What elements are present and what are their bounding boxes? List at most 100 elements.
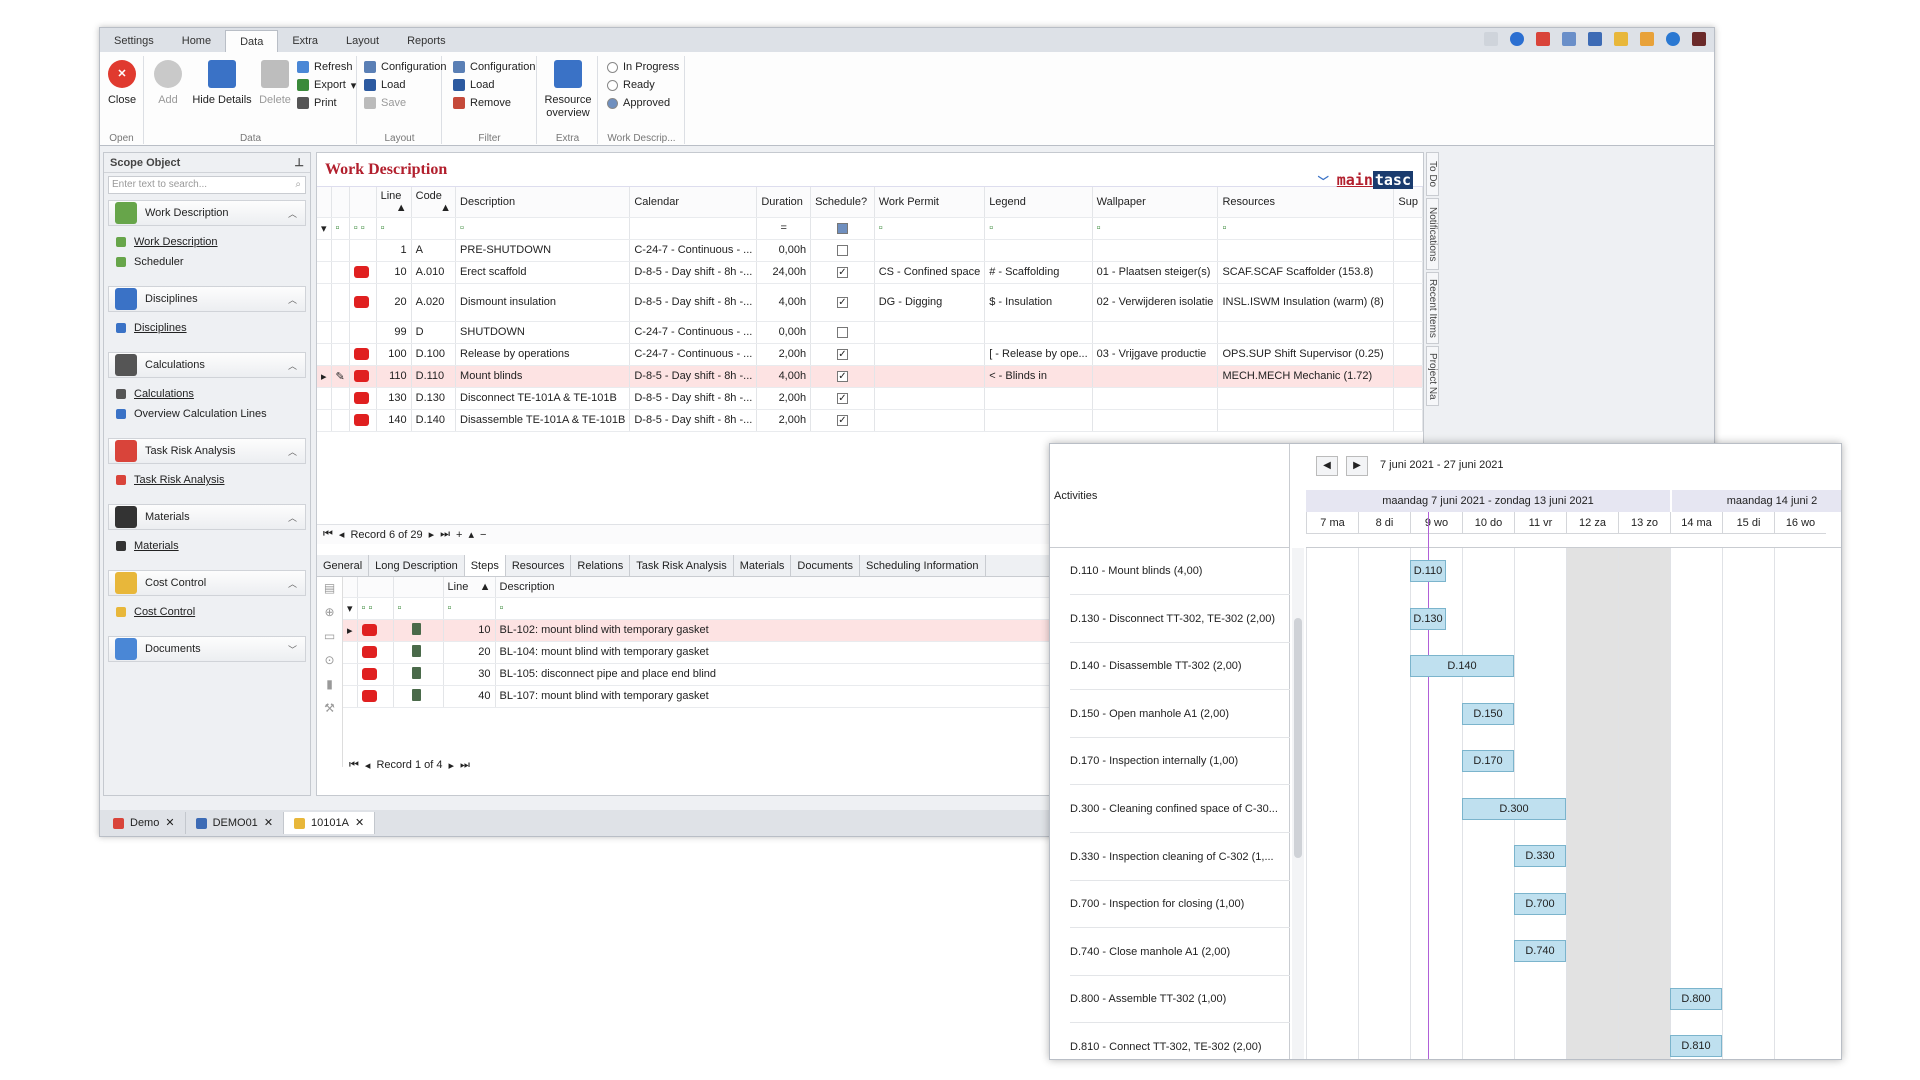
cell-line[interactable]: 110 [376,365,412,388]
trash-icon[interactable]: ▮ [326,677,333,691]
nav-materials[interactable]: Materials [104,536,310,556]
cell-duration[interactable]: 4,00h [756,365,812,388]
row-indicator[interactable] [317,409,332,432]
badge-cell[interactable] [349,321,377,344]
table-row[interactable]: 99 D SHUTDOWN C-24-7 - Continuous - ... 0,00… [317,321,1423,344]
cell-legend[interactable]: $ - Insulation [984,283,1093,322]
scope-search-input[interactable]: Enter text to search... ⌕ [108,176,306,194]
row-indicator[interactable] [343,663,358,686]
prev-record-icon[interactable]: ◂ [339,528,345,541]
cell-schedule[interactable] [810,321,875,344]
gantt-bar[interactable]: D.800 [1670,987,1722,1010]
filter-cell[interactable]: ▫ [984,217,1093,240]
activity-item[interactable]: D.130 - Disconnect TT-302, TE-302 (2,00) [1070,596,1290,643]
cell-line[interactable]: 20 [376,283,412,322]
cell-calendar[interactable]: D-8-5 - Day shift - 8h -... [629,387,758,410]
book-icon[interactable] [1588,32,1602,46]
side-tab-notifications[interactable]: Notifications [1426,198,1439,270]
print-button[interactable]: Print [297,94,337,112]
tab-scheduling-information[interactable]: Scheduling Information [860,555,986,576]
cell-line[interactable]: 100 [376,343,412,366]
section-documents[interactable]: Documents ﹀ [108,636,306,662]
cell-resources[interactable]: INSL.ISWM Insulation (warm) (8) [1217,283,1395,322]
activity-item[interactable]: D.150 - Open manhole A1 (2,00) [1070,691,1290,738]
cell-work-permit[interactable]: DG - Digging [874,283,986,322]
gantt-bar[interactable]: D.300 [1462,797,1566,820]
section-work-description[interactable]: Work Description ︿ [108,200,306,226]
step-line[interactable]: 10 [443,619,496,642]
section-cost-control[interactable]: Cost Control ︿ [108,570,306,596]
cell-description[interactable]: Mount blinds [455,365,631,388]
icon-cell[interactable] [393,685,444,708]
cell-work-permit[interactable] [874,343,986,366]
filter-cell[interactable]: = [756,217,812,240]
filter-remove-button[interactable]: Remove [453,94,511,112]
filter-cell[interactable]: ▫ ▫ [357,597,394,620]
cell-schedule[interactable] [810,239,875,262]
cell-resources[interactable] [1217,239,1395,262]
edit-cell[interactable] [331,321,350,344]
cell-sup[interactable] [1393,239,1423,262]
cell-legend[interactable]: < - Blinds in [984,365,1093,388]
cell-duration[interactable]: 0,00h [756,321,812,344]
in-progress-radio[interactable]: In Progress [607,58,679,76]
cell-code[interactable]: D [411,321,457,344]
export-button[interactable]: Export ▾ [297,76,356,94]
badge-cell[interactable] [349,409,377,432]
cell-schedule[interactable]: ✓ [810,365,875,388]
wrench-icon[interactable]: ⚒ [324,701,335,715]
barcode-icon[interactable] [1692,32,1706,46]
gantt-bar[interactable]: D.110 [1410,560,1446,582]
badge-cell[interactable] [349,343,377,366]
section-task-risk-analysis[interactable]: Task Risk Analysis ︿ [108,438,306,464]
tab-reports[interactable]: Reports [393,30,460,52]
cell-wallpaper[interactable] [1092,409,1219,432]
step-description[interactable]: BL-104: mount blind with temporary gaske… [495,641,1064,664]
edit-cell[interactable]: ✎ [331,365,350,388]
cell-code[interactable]: D.100 [411,343,457,366]
edit-cell[interactable] [331,239,350,262]
cell-duration[interactable]: 2,00h [756,343,812,366]
nav-calculations[interactable]: Calculations [104,384,310,404]
row-indicator[interactable] [317,343,332,366]
filter-cell[interactable] [810,217,875,240]
row-indicator[interactable] [317,261,332,284]
activity-item[interactable]: D.810 - Connect TT-302, TE-302 (2,00) [1070,1024,1290,1059]
table-row[interactable]: 20 A.020 Dismount insulation D-8-5 - Day sh… [317,283,1423,322]
layout-configuration-button[interactable]: Configuration [364,58,446,76]
cell-sup[interactable] [1393,283,1423,322]
steps-col-line[interactable]: Line ▲ [443,577,496,598]
badge-cell[interactable] [357,685,394,708]
cell-sup[interactable] [1393,387,1423,410]
folder-icon[interactable] [1614,32,1628,46]
filter-row[interactable]: ▾ ▫ ▫ ▫ ▫ ▫ = ▫ ▫ ▫ ▫ [317,217,1423,240]
row-indicator[interactable] [317,283,332,322]
section-materials[interactable]: Materials ︿ [108,504,306,530]
approved-radio[interactable]: Approved [607,94,670,112]
col-legend[interactable]: Legend [984,187,1093,218]
activity-item[interactable]: D.170 - Inspection internally (1,00) [1070,738,1290,786]
col-calendar[interactable]: Calendar [629,187,758,218]
table-row[interactable]: 100 D.100 Release by operations C-24-7 - Co… [317,343,1423,366]
prev-record-icon[interactable]: ◂ [365,759,371,772]
cell-schedule[interactable]: ✓ [810,283,875,322]
chevron-down-icon[interactable]: ﹀ [1318,175,1329,188]
cell-code[interactable]: D.110 [411,365,457,388]
close-icon[interactable]: ✕ [355,812,364,834]
filter-icon[interactable]: ▾ [317,217,332,240]
row-indicator[interactable] [317,321,332,344]
globe-icon[interactable] [1510,32,1524,46]
cell-work-permit[interactable]: CS - Confined space [874,261,986,284]
cell-description[interactable]: Erect scaffold [455,261,631,284]
cell-sup[interactable] [1393,409,1423,432]
cell-sup[interactable] [1393,321,1423,344]
activity-item[interactable]: D.740 - Close manhole A1 (2,00) [1070,929,1290,976]
filter-configuration-button[interactable]: Configuration [453,58,535,76]
up-record-icon[interactable]: ▴ [468,528,474,541]
hide-details-button[interactable]: Hide Details [191,60,253,107]
col-duration[interactable]: Duration [756,187,812,218]
tab-steps[interactable]: Steps [464,555,506,576]
gantt-bar[interactable]: D.150 [1462,702,1514,725]
filter-cell[interactable]: ▫ ▫ [349,217,377,240]
cell-wallpaper[interactable] [1092,239,1219,262]
